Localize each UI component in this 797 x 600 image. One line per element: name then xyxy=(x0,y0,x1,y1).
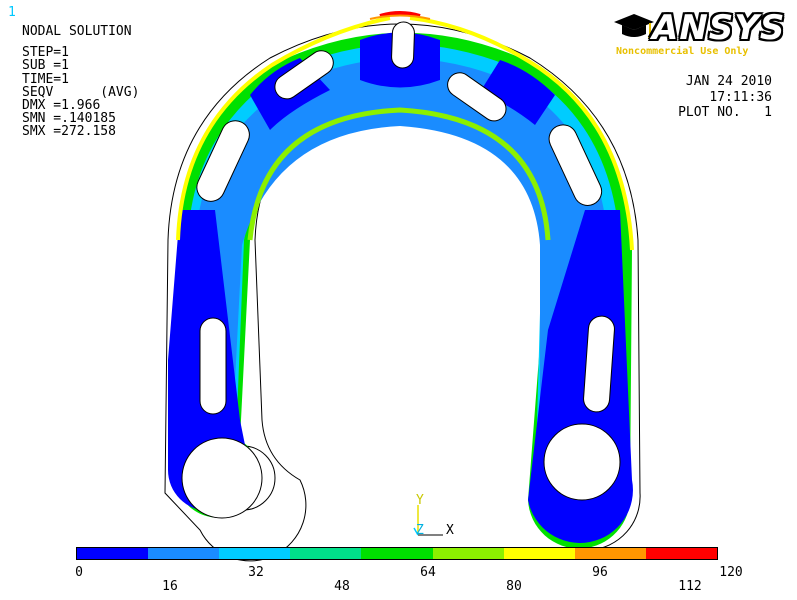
ansys-logo: ANSYS Noncommercial Use Only xyxy=(612,8,787,60)
sub-label: SUB =1 xyxy=(22,58,69,74)
smx-label: SMX =272.158 xyxy=(22,124,116,140)
legend-tick-bottom: 80 xyxy=(506,579,522,594)
legend-tick-top: 0 xyxy=(75,565,83,580)
legend-swatch xyxy=(361,548,433,559)
legend-swatch xyxy=(290,548,362,559)
legend-tick-top: 120 xyxy=(719,565,743,580)
plot-number-label: PLOT NO. 1 xyxy=(678,105,772,120)
legend-swatch xyxy=(574,548,646,559)
legend-swatch xyxy=(503,548,575,559)
legend-swatch xyxy=(432,548,504,559)
noncommercial-tag: Noncommercial Use Only xyxy=(616,46,749,57)
stress-contour-body xyxy=(168,11,634,549)
legend-tick-bottom: 112 xyxy=(678,579,702,594)
window-number: 1 xyxy=(8,5,16,20)
date-label: JAN 24 2010 xyxy=(685,74,772,89)
legend-swatch xyxy=(219,548,291,559)
legend-swatch xyxy=(77,548,149,559)
datestamp: JAN 24 2010 17:11:36 PLOT NO. 1 xyxy=(678,74,772,121)
time-stamp-label: 17:11:36 xyxy=(709,89,772,105)
graduation-cap-icon xyxy=(614,14,654,39)
logo-wordmark: ANSYS xyxy=(652,8,786,48)
plot-title: NODAL SOLUTION xyxy=(22,24,132,39)
legend-swatch xyxy=(148,548,220,559)
contour-legend-bar xyxy=(76,547,718,560)
legend-tick-top: 32 xyxy=(248,565,264,580)
legend-swatch xyxy=(645,548,717,559)
legend-tick-bottom: 48 xyxy=(334,579,350,594)
time-label: TIME=1 xyxy=(22,71,69,87)
legend-tick-top: 96 xyxy=(592,565,608,580)
triad-z-label: Z xyxy=(416,523,424,538)
solution-info: NODAL SOLUTION STEP=1 SUB =1 TIME=1 SEQV… xyxy=(22,25,139,139)
legend-tick-top: 64 xyxy=(420,565,436,580)
triad-x-label: X xyxy=(446,523,454,538)
ansys-graphics-window[interactable]: 1 NODAL SOLUTION STEP=1 SUB =1 TIME=1 SE… xyxy=(0,0,797,600)
triad-y-label: Y xyxy=(416,493,424,508)
legend-tick-bottom: 16 xyxy=(162,579,178,594)
